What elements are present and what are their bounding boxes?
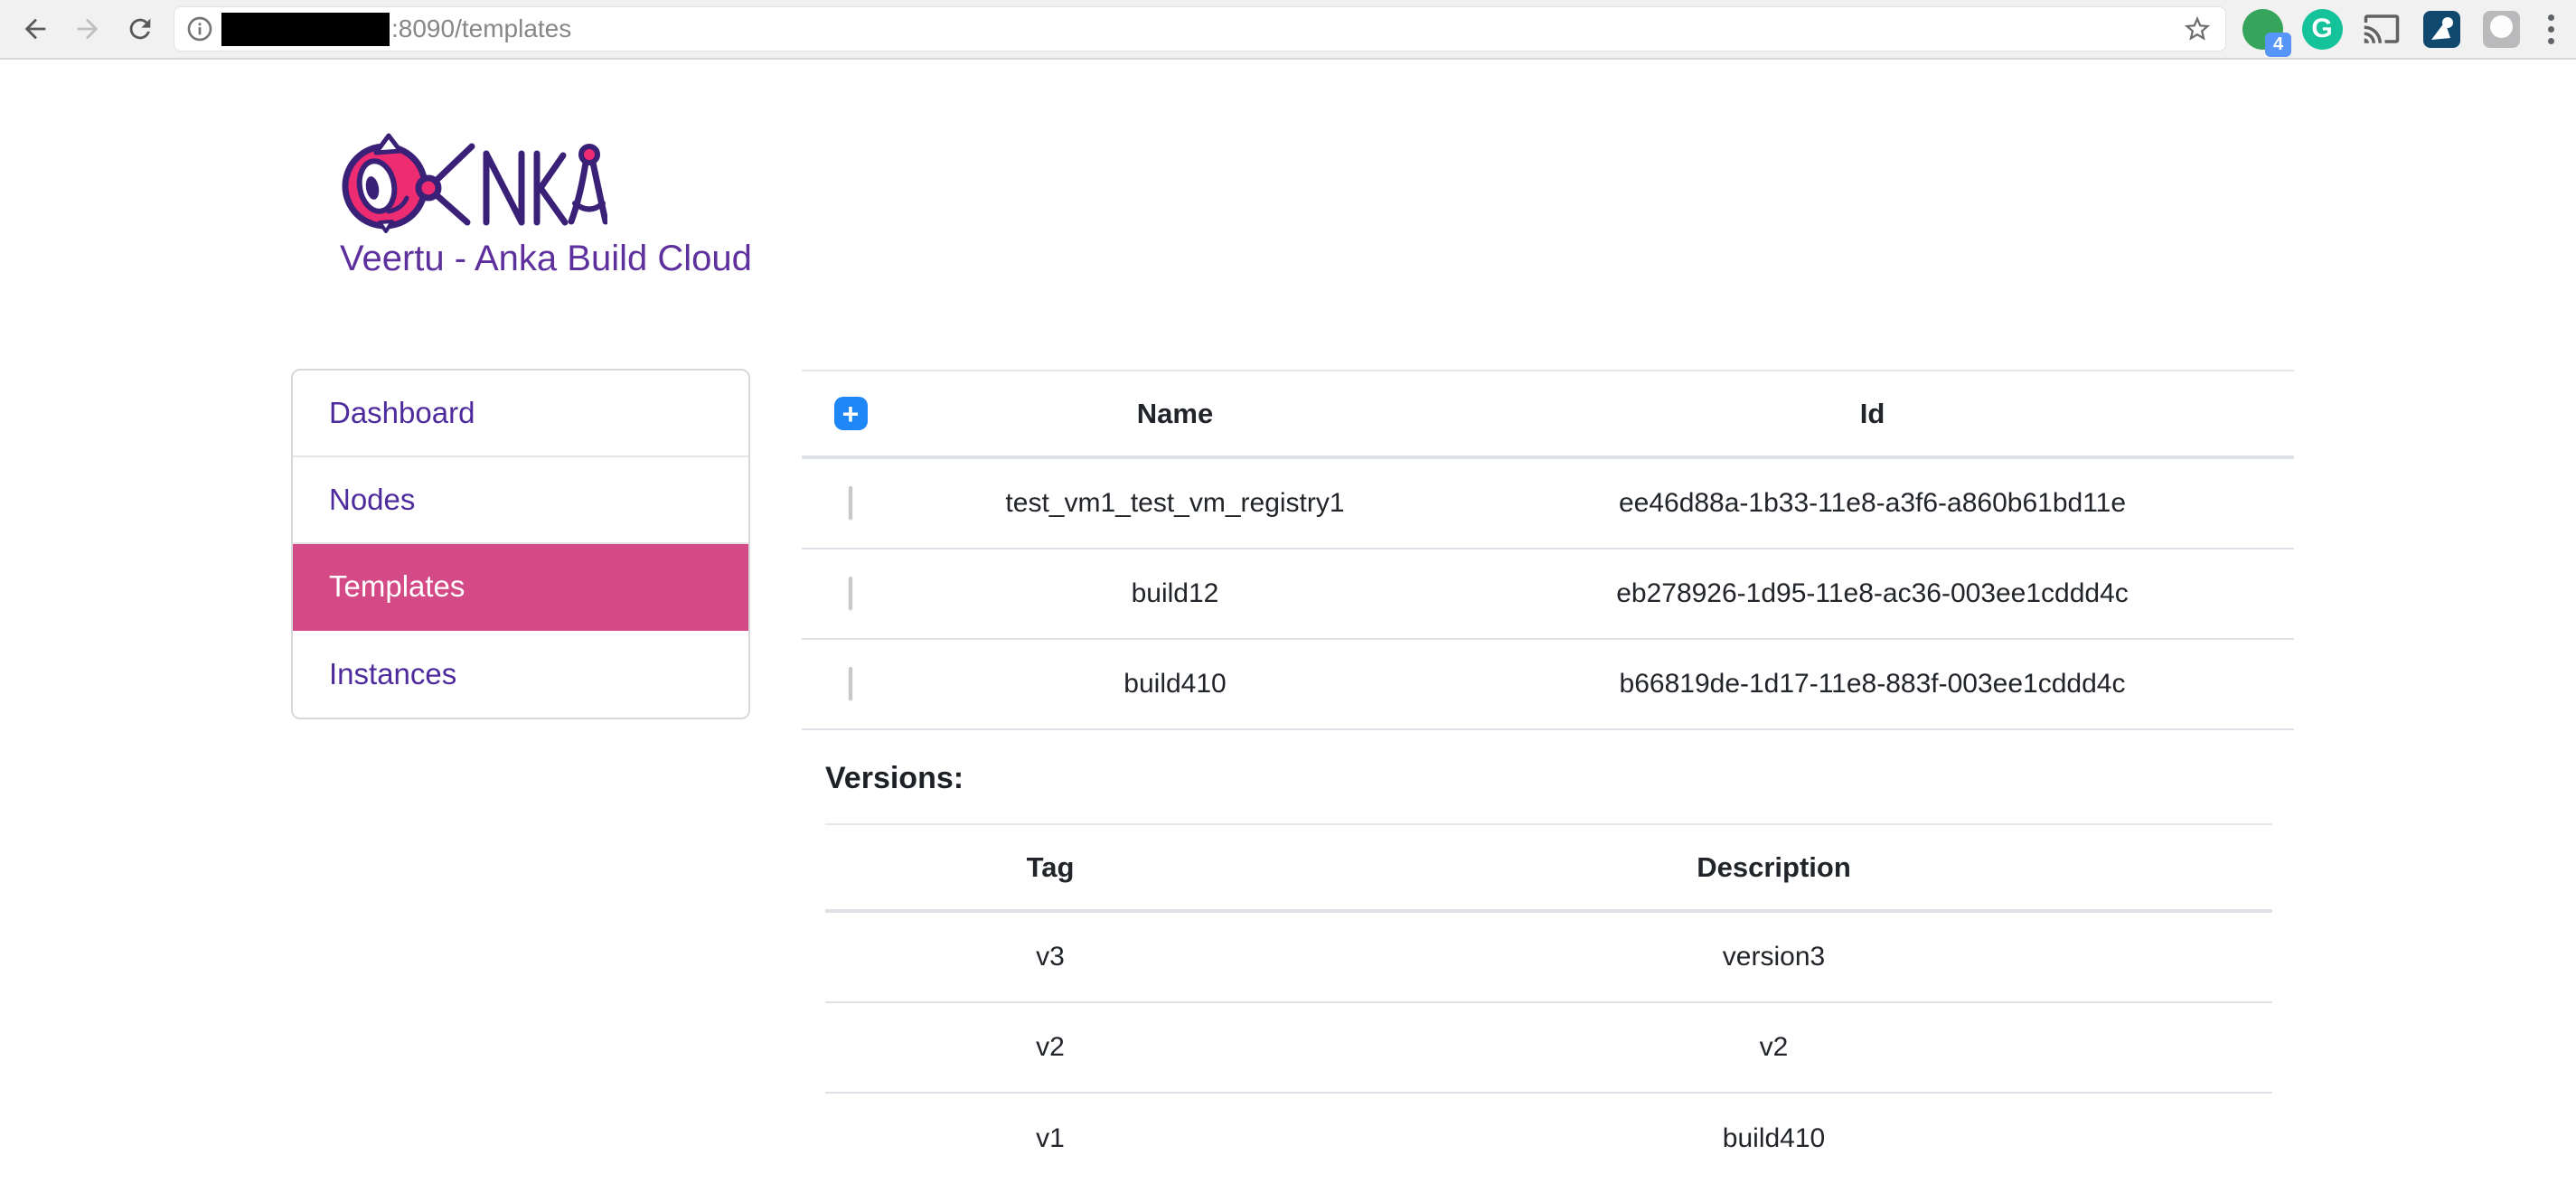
extension-cast[interactable]	[2360, 7, 2403, 51]
sidebar-item-templates[interactable]: Templates	[293, 544, 748, 631]
version-description: v2	[1275, 1032, 2272, 1063]
sidebar-item-label: Dashboard	[329, 396, 475, 430]
extension-badge-count: 4	[2265, 33, 2291, 57]
version-row: v2 v2	[825, 1003, 2272, 1094]
sidebar-item-label: Templates	[329, 569, 465, 604]
sidebar-item-dashboard[interactable]: Dashboard	[293, 371, 748, 457]
column-header-name: Name	[899, 398, 1451, 430]
navy-app-icon	[2423, 11, 2460, 48]
extension-gray[interactable]	[2479, 7, 2523, 51]
sidebar-item-nodes[interactable]: Nodes	[293, 457, 748, 544]
version-description: version3	[1275, 942, 2272, 972]
grammarly-icon: G	[2302, 9, 2343, 50]
reload-button[interactable]	[123, 12, 157, 46]
template-row: build12 eb278926-1d95-11e8-ac36-003ee1cd…	[802, 549, 2294, 640]
sidebar-item-label: Nodes	[329, 483, 415, 517]
template-row: test_vm1_test_vm_registry1 ee46d88a-1b33…	[802, 459, 2294, 549]
sidebar-item-label: Instances	[329, 657, 456, 691]
back-button[interactable]	[18, 12, 52, 46]
template-name: build12	[899, 578, 1451, 609]
brand-title: Veertu - Anka Build Cloud	[340, 239, 752, 279]
template-name: test_vm1_test_vm_registry1	[899, 488, 1451, 519]
template-name: build410	[899, 669, 1451, 700]
versions-heading: Versions:	[825, 761, 2272, 796]
page-info-icon[interactable]	[185, 14, 214, 43]
extensions-area: 4 G	[2241, 7, 2563, 51]
add-template-button[interactable]: +	[834, 397, 868, 430]
forward-arrow-icon	[72, 14, 103, 44]
template-row: build410 b66819de-1d17-11e8-883f-003ee1c…	[802, 640, 2294, 730]
reload-icon	[125, 14, 155, 44]
version-tag: v3	[825, 942, 1275, 972]
row-checkbox[interactable]	[849, 486, 852, 520]
chromecast-icon	[2363, 10, 2401, 48]
row-checkbox[interactable]	[849, 667, 852, 700]
row-checkbox[interactable]	[849, 577, 852, 610]
version-row: v3 version3	[825, 913, 2272, 1003]
templates-section: + Name Id test_vm1_test_vm_registry1 ee4…	[802, 370, 2294, 1202]
url-text: :8090/templates	[391, 14, 571, 43]
template-id: ee46d88a-1b33-11e8-a3f6-a860b61bd11e	[1451, 488, 2294, 519]
redacted-host-box	[221, 13, 390, 46]
extension-grammarly[interactable]: G	[2300, 7, 2344, 51]
back-arrow-icon	[20, 14, 51, 44]
column-header-description: Description	[1275, 851, 2272, 884]
template-id: eb278926-1d95-11e8-ac36-003ee1cddd4c	[1451, 578, 2294, 609]
version-tag: v1	[825, 1123, 1275, 1154]
templates-table-header: + Name Id	[802, 370, 2294, 459]
template-id: b66819de-1d17-11e8-883f-003ee1cddd4c	[1451, 669, 2294, 700]
browser-toolbar: :8090/templates 4 G	[0, 0, 2576, 60]
sidebar-item-instances[interactable]: Instances	[293, 631, 748, 718]
extension-green-badge[interactable]: 4	[2241, 7, 2284, 51]
gray-app-icon	[2483, 11, 2520, 48]
version-row: v1 build410	[825, 1094, 2272, 1184]
versions-table-header: Tag Description	[825, 823, 2272, 913]
column-header-tag: Tag	[825, 851, 1275, 884]
column-header-id: Id	[1451, 398, 2294, 430]
extension-navy[interactable]	[2420, 7, 2463, 51]
versions-section: Versions: Tag Description v3 version3 v2…	[825, 761, 2272, 1184]
version-description: build410	[1275, 1123, 2272, 1154]
forward-button[interactable]	[71, 12, 105, 46]
version-tag: v2	[825, 1032, 1275, 1063]
anka-logo	[334, 132, 607, 233]
browser-menu-button[interactable]	[2539, 14, 2563, 44]
sidebar-nav: Dashboard Nodes Templates Instances	[291, 369, 750, 719]
page-body: Veertu - Anka Build Cloud Dashboard Node…	[0, 60, 2576, 1200]
bookmark-star-icon[interactable]	[2182, 14, 2213, 44]
url-bar[interactable]: :8090/templates	[174, 6, 2226, 52]
